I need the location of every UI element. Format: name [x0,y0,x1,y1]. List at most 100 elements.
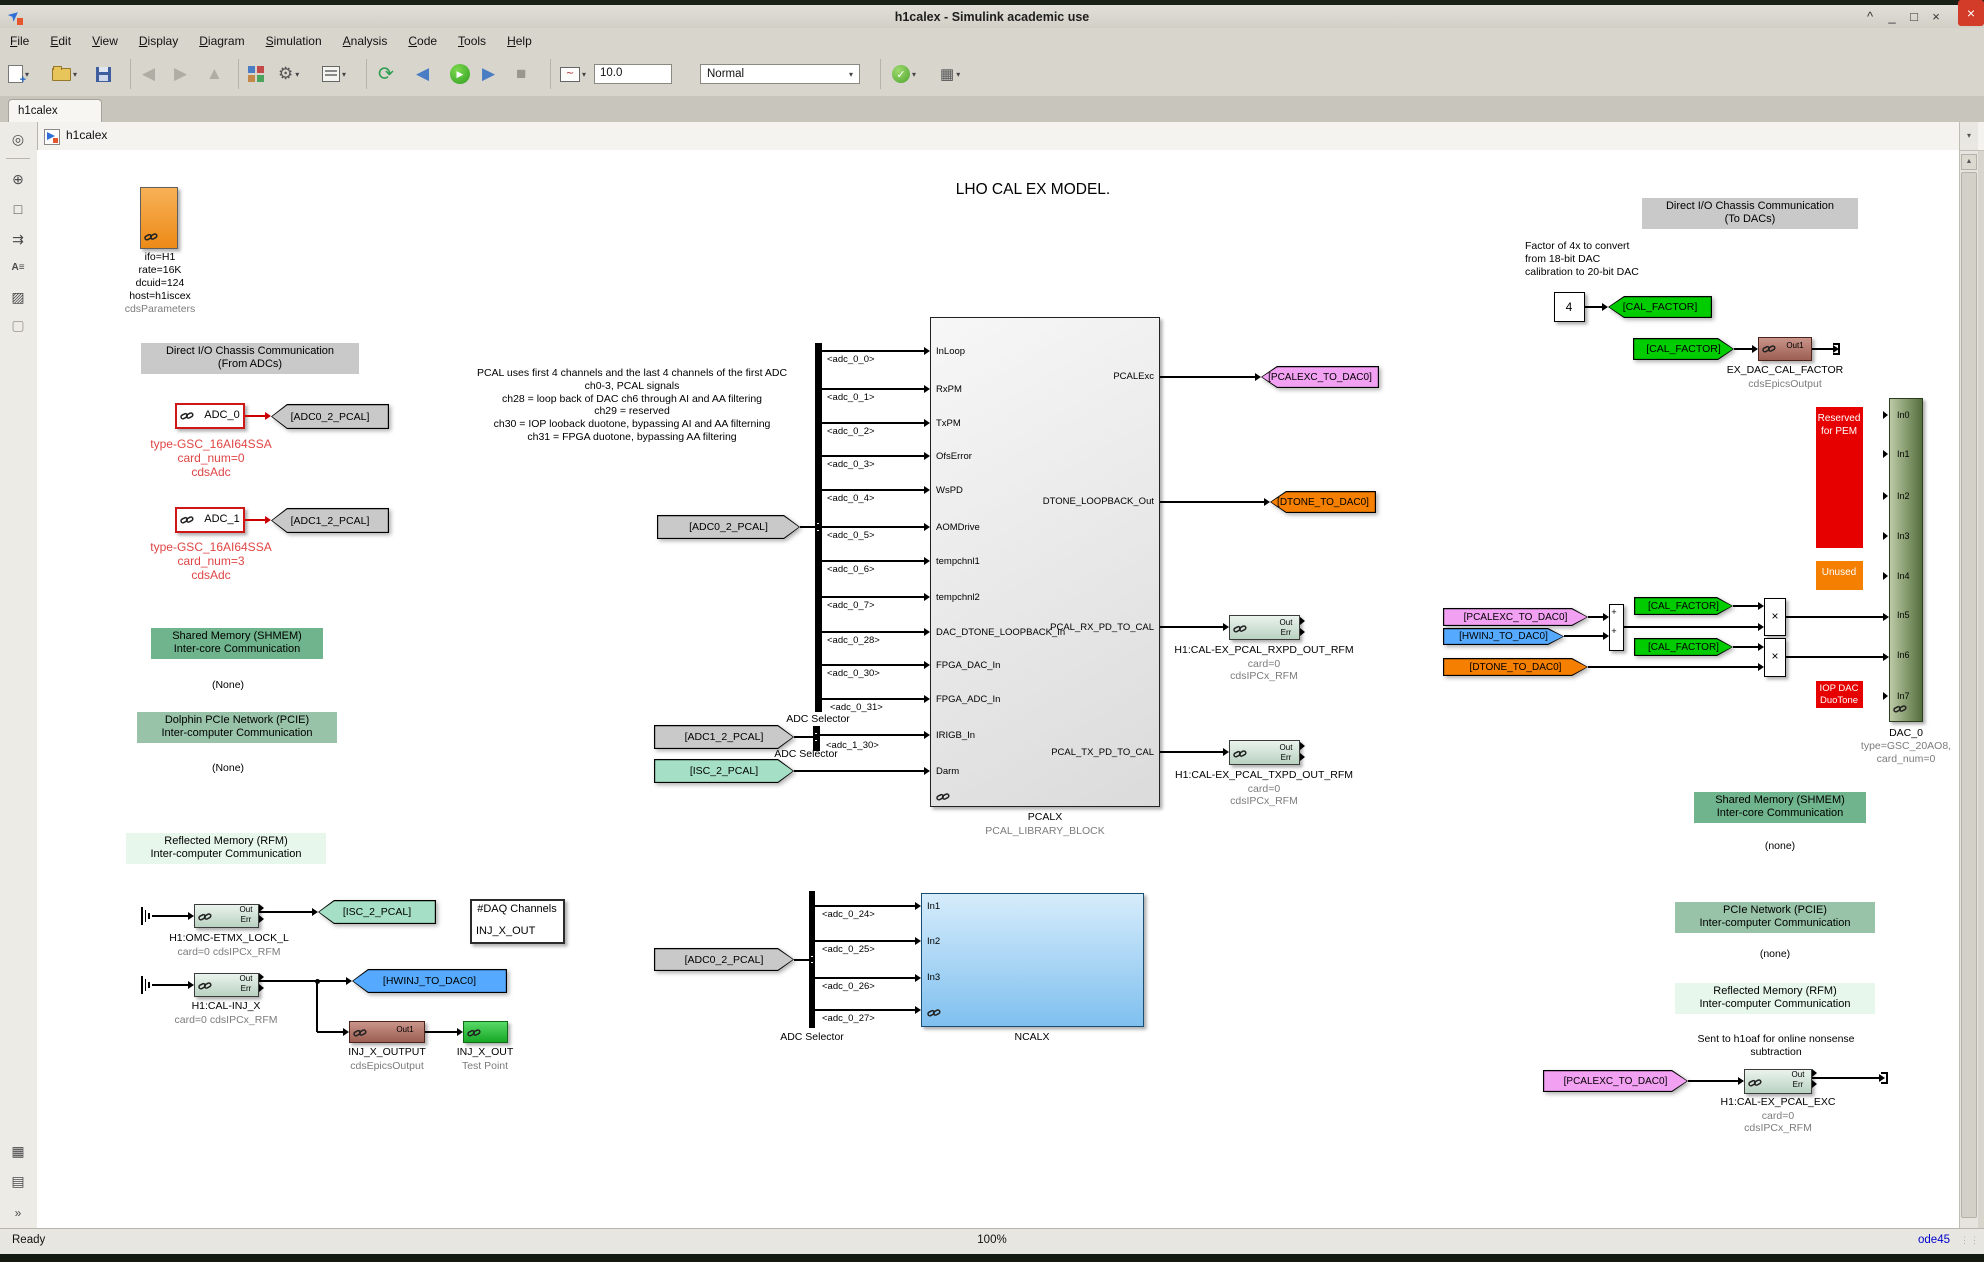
menu-code[interactable]: Code [408,34,437,48]
cdsparameters-block[interactable] [140,187,178,249]
wire[interactable] [820,734,924,735]
model-data-icon[interactable]: ▦ [7,1140,29,1162]
stop-time-input[interactable]: 10.0 [594,64,672,84]
shade-button[interactable]: ^ [1860,7,1880,26]
tag-pcalexc-to-dac0[interactable]: [PCALEXC_TO_DAC0] [1443,608,1588,626]
step-back-button[interactable]: ◀ [416,60,429,88]
tag-pcalexc-to-dac0[interactable]: [PCALEXC_TO_DAC0] [1261,366,1379,388]
wire[interactable] [1688,1080,1738,1081]
ncalx-block[interactable] [921,893,1144,1027]
simulation-mode-select[interactable]: Normal▾ [700,64,860,84]
tag-dtone-to-dac0[interactable]: [DTONE_TO_DAC0] [1270,491,1376,513]
wire[interactable] [1160,626,1223,627]
status-solver-link[interactable]: ode45 [1918,1234,1950,1246]
menu-simulation[interactable]: Simulation [266,34,322,48]
library-browser-button[interactable] [248,60,264,88]
zoom-icon[interactable]: ⊕ [7,168,29,190]
area-box-icon[interactable]: ▢ [7,314,29,336]
menu-analysis[interactable]: Analysis [343,34,388,48]
tag-isc-2-pcal[interactable]: [ISC_2_PCAL] [654,759,794,783]
model-settings-button[interactable]: ⚙▾ [278,60,299,88]
wire[interactable] [815,1009,915,1010]
tag-cal-factor[interactable]: [CAL_FACTOR] [1633,338,1734,360]
forward-button[interactable]: ▶ [174,60,187,88]
wire[interactable] [822,631,924,632]
tag-cal-factor[interactable]: [CAL_FACTOR] [1608,296,1712,318]
menu-file[interactable]: File [10,34,29,48]
tag-isc-2-pcal[interactable]: [ISC_2_PCAL] [318,900,436,924]
build-button[interactable]: ▦▾ [940,60,960,88]
wire[interactable] [794,736,813,737]
wire[interactable] [822,596,924,597]
wire[interactable] [815,977,915,978]
tag-hwinj-to-dac0[interactable]: [HWINJ_TO_DAC0] [352,969,507,993]
tag-cal-factor[interactable]: [CAL_FACTOR] [1634,597,1733,615]
wire[interactable] [1624,626,1758,627]
corner-close-button[interactable]: × [1958,0,1984,26]
fit-to-view-icon[interactable]: □ [7,198,29,220]
tag-hwinj-to-dac0[interactable]: [HWINJ_TO_DAC0] [1443,628,1564,645]
tab-h1calex[interactable]: h1calex [8,99,102,122]
wire[interactable] [1812,348,1833,349]
model-advisor-button[interactable]: ✓▾ [892,60,916,88]
wire[interactable] [1160,376,1255,377]
open-button[interactable]: ▾ [52,60,77,88]
simulation-data-inspector-button[interactable]: ∼▾ [560,60,586,88]
update-diagram-button[interactable]: ⟳ [378,60,394,88]
wire[interactable] [1588,666,1758,667]
wire[interactable] [245,519,265,520]
close-button[interactable]: × [1926,7,1946,26]
menu-display[interactable]: Display [139,34,178,48]
wire[interactable] [822,455,924,456]
wire[interactable] [1160,751,1223,752]
annotation-icon[interactable]: A≡ [7,256,29,278]
menu-tools[interactable]: Tools [458,34,486,48]
wire[interactable] [1812,1077,1879,1078]
run-button[interactable]: ▶ [450,60,470,88]
new-model-button[interactable]: +▾ [8,60,29,88]
wire[interactable] [822,350,924,351]
wire[interactable] [152,984,188,985]
wire[interactable] [317,1031,343,1032]
wire[interactable] [822,526,924,527]
up-to-parent-button[interactable]: ▲ [206,60,223,88]
wire[interactable] [1786,656,1883,657]
wire[interactable] [822,664,924,665]
stop-button[interactable]: ■ [516,60,526,88]
tag-pcalexc-to-dac0[interactable]: [PCALEXC_TO_DAC0] [1543,1070,1688,1092]
back-button[interactable]: ◀ [142,60,155,88]
property-inspector-icon[interactable]: ▤ [7,1170,29,1192]
tag-adc1-2-pcal[interactable]: [ADC1_2_PCAL] [271,508,389,533]
breadcrumb[interactable]: h1calex [66,128,107,142]
minimize-button[interactable]: _ [1882,7,1902,26]
wire[interactable] [1588,616,1603,617]
menu-view[interactable]: View [92,34,118,48]
scrollbar-dropdown-icon[interactable]: ▾ [1959,122,1978,151]
wire[interactable] [152,915,188,916]
tag-adc0-2-pcal[interactable]: [ADC0_2_PCAL] [271,404,389,429]
wire[interactable] [794,770,924,771]
dac0-block[interactable] [1889,398,1923,722]
wire[interactable] [1585,306,1602,307]
wire[interactable] [1786,616,1883,617]
wire[interactable] [1733,646,1758,647]
tag-dtone-to-dac0[interactable]: [DTONE_TO_DAC0] [1443,658,1588,676]
wire[interactable] [794,959,809,960]
wire[interactable] [1160,501,1264,502]
wire[interactable] [822,489,924,490]
tag-cal-factor[interactable]: [CAL_FACTOR] [1634,638,1733,656]
menu-diagram[interactable]: Diagram [199,34,244,48]
maximize-button[interactable]: □ [1904,7,1924,26]
ex-dac-cal-factor-block[interactable] [1758,337,1812,361]
scrollbar-thumb[interactable] [1961,172,1977,1218]
wire[interactable] [1734,348,1752,349]
step-forward-button[interactable]: ▶ [482,60,495,88]
wire[interactable] [425,1031,457,1032]
wire[interactable] [815,940,915,941]
ncal-adc-selector-bus[interactable] [809,891,815,1028]
wire[interactable] [800,526,815,527]
wire[interactable] [815,905,915,906]
expand-rail-icon[interactable]: » [7,1202,29,1224]
wire[interactable] [822,388,924,389]
wire[interactable] [822,422,924,423]
